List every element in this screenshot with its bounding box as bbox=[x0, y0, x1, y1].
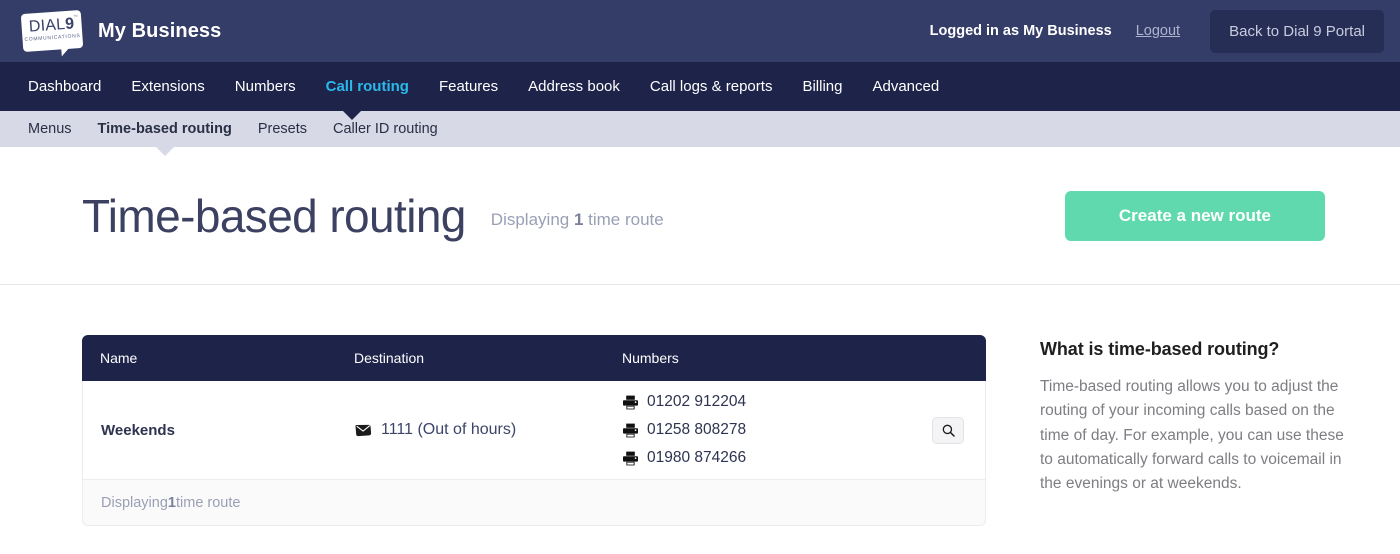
list-item: 01258 808278 bbox=[623, 421, 911, 439]
table-footer: Displaying 1 time route bbox=[82, 480, 986, 526]
route-count-suffix: time route bbox=[583, 209, 664, 229]
route-count-prefix: Displaying bbox=[490, 209, 574, 229]
subnav-item-time-based-routing[interactable]: Time-based routing bbox=[85, 121, 245, 137]
column-header-numbers: Numbers bbox=[622, 350, 679, 366]
page-title: Time-based routing bbox=[82, 189, 466, 242]
route-destination-text: 1111 (Out of hours) bbox=[381, 421, 517, 438]
voicemail-envelope-icon bbox=[355, 424, 372, 437]
help-panel-body: Time-based routing allows you to adjust … bbox=[1040, 378, 1344, 493]
subnav-item-presets[interactable]: Presets bbox=[245, 121, 320, 137]
logo-bubble-tail bbox=[61, 46, 71, 57]
table-row[interactable]: Weekends 1111 (Out of hours) 01202 91220… bbox=[82, 381, 986, 480]
route-numbers-list: 01202 912204 01258 808278 01980 874266 bbox=[623, 393, 911, 467]
desk-phone-icon bbox=[623, 451, 638, 466]
main-nav-active-caret bbox=[343, 111, 361, 120]
brand-title: My Business bbox=[98, 19, 222, 42]
column-header-name: Name bbox=[100, 350, 138, 366]
subnav-item-caller-id-routing[interactable]: Caller ID routing bbox=[320, 121, 451, 137]
main-navigation: Dashboard Extensions Numbers Call routing Fe… bbox=[0, 62, 1400, 120]
view-route-button[interactable] bbox=[932, 416, 964, 444]
logged-in-label: Logged in as My Business bbox=[929, 23, 1112, 39]
list-item: 01980 874266 bbox=[623, 449, 911, 467]
nav-item-advanced[interactable]: Advanced bbox=[857, 78, 954, 95]
nav-item-features[interactable]: Features bbox=[424, 78, 513, 95]
nav-item-extensions[interactable]: Extensions bbox=[116, 78, 219, 95]
search-icon bbox=[942, 424, 955, 437]
row-actions bbox=[911, 416, 985, 444]
top-bar-right: Logged in as My Business Logout Back to … bbox=[929, 9, 1384, 53]
subnav-item-menus[interactable]: Menus bbox=[28, 121, 85, 137]
route-count-value: 1 bbox=[573, 209, 584, 229]
brand: DIAL9 COMMUNICATIONS ™ My Business bbox=[20, 9, 222, 57]
nav-item-numbers[interactable]: Numbers bbox=[220, 78, 311, 95]
phone-number: 01980 874266 bbox=[647, 449, 747, 466]
route-destination: 1111 (Out of hours) bbox=[355, 421, 623, 439]
dial9-logo-icon: DIAL9 COMMUNICATIONS ™ bbox=[20, 9, 84, 57]
nav-item-call-routing[interactable]: Call routing bbox=[311, 78, 424, 95]
list-item: 01202 912204 bbox=[623, 393, 911, 411]
nav-item-dashboard[interactable]: Dashboard bbox=[28, 78, 116, 95]
top-bar: DIAL9 COMMUNICATIONS ™ My Business Logge… bbox=[0, 0, 1400, 62]
page-header: Time-based routing Displaying 1 time rou… bbox=[0, 147, 1400, 285]
phone-number: 01258 808278 bbox=[647, 421, 747, 438]
logo-trademark: ™ bbox=[72, 14, 79, 21]
desk-phone-icon bbox=[623, 423, 638, 438]
back-to-portal-button[interactable]: Back to Dial 9 Portal bbox=[1210, 9, 1384, 53]
sub-navigation: Menus Time-based routing Presets Caller ID … bbox=[0, 111, 1400, 156]
main-content: Name Destination Numbers Weekends 1111 (… bbox=[0, 285, 1400, 526]
help-panel: What is time-based routing? Time-based r… bbox=[1040, 335, 1350, 526]
create-new-route-button[interactable]: Create a new route bbox=[1064, 190, 1325, 241]
route-name: Weekends bbox=[101, 421, 175, 439]
table-header-row: Name Destination Numbers bbox=[82, 335, 986, 381]
nav-item-address-book[interactable]: Address book bbox=[513, 78, 635, 95]
route-count-label: Displaying 1 time route bbox=[491, 202, 664, 230]
column-header-destination: Destination bbox=[354, 350, 425, 366]
phone-number: 01202 912204 bbox=[647, 393, 747, 410]
nav-item-call-logs-reports[interactable]: Call logs & reports bbox=[635, 78, 788, 95]
logo-dial: DIAL bbox=[28, 16, 66, 36]
footer-count-prefix: Displaying bbox=[101, 494, 168, 511]
routes-table: Name Destination Numbers Weekends 1111 (… bbox=[82, 335, 986, 526]
footer-count-suffix: time route bbox=[175, 494, 241, 511]
footer-count-value: 1 bbox=[167, 494, 176, 511]
nav-item-billing[interactable]: Billing bbox=[787, 78, 857, 95]
logout-link[interactable]: Logout bbox=[1136, 23, 1180, 39]
sub-nav-active-caret bbox=[156, 147, 174, 156]
desk-phone-icon bbox=[623, 395, 638, 410]
help-panel-heading: What is time-based routing? bbox=[1040, 339, 1280, 359]
